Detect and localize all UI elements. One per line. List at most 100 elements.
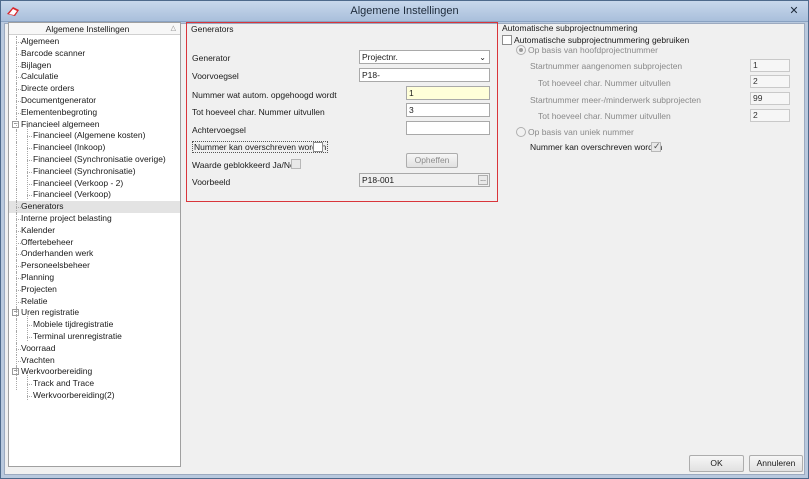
tree-item-label: Track and Trace [33, 378, 95, 389]
tree-connector [16, 283, 17, 296]
chevron-down-icon[interactable]: ⌄ [479, 52, 486, 64]
tree-item[interactable]: Calculatie [9, 71, 180, 84]
blocked-checkbox[interactable] [291, 159, 301, 169]
tree-item[interactable]: Algemeen [9, 36, 180, 48]
tree-item[interactable]: Personeelsbeheer [9, 260, 180, 272]
tree-connector [27, 327, 28, 341]
main-number-radio[interactable] [516, 45, 526, 55]
tree-header[interactable]: Algemene Instellingen △ [9, 23, 180, 35]
tree-connector [16, 295, 17, 308]
start-accepted-input[interactable]: 1 [750, 59, 790, 72]
ellipsis-button[interactable]: ... [478, 175, 488, 185]
pad-label: Tot hoeveel char. Nummer uitvullen [192, 107, 325, 117]
tree-item[interactable]: Generators [9, 201, 180, 213]
ok-button[interactable]: OK [689, 455, 744, 472]
tree-item-label: Algemeen [21, 36, 60, 46]
tree-item[interactable]: − Uren registratie [9, 307, 180, 320]
tree-item-label: Calculatie [21, 71, 59, 82]
tree-connector [16, 153, 17, 166]
auto-increment-input[interactable]: 1 [406, 86, 490, 100]
tree-item[interactable]: Financieel (Synchronisatie overige) [9, 150, 180, 166]
overwrite-checkbox[interactable] [313, 142, 323, 152]
tree-connector [16, 212, 17, 225]
unique-number-radio-label: Op basis van uniek nummer [528, 127, 634, 137]
tree-item[interactable]: Relatie [9, 295, 180, 308]
tree-connector [16, 354, 17, 367]
pad2-input[interactable]: 2 [750, 109, 790, 122]
generators-group: Generators Generator Projectnr. ⌄ Voorvo… [186, 22, 498, 202]
tree-connector [16, 378, 17, 390]
tree-item[interactable]: Werkvoorbereiding(2) [9, 386, 180, 402]
tree-item-label: Kalender [21, 224, 56, 235]
tree-item[interactable]: − Werkvoorbereiding [9, 366, 180, 379]
tree-item-label: Offertebeheer [21, 236, 74, 247]
sub-overwrite-label: Nummer kan overschreven worden [530, 142, 663, 152]
tree-item[interactable]: Financieel (Verkoop) [9, 186, 180, 202]
settings-tree[interactable]: Algemene Instellingen △ Algemeen Barcode … [8, 22, 181, 467]
subproject-enable-label: Automatische subprojectnummering gebruik… [514, 35, 690, 45]
pad-input[interactable]: 3 [406, 103, 490, 117]
tree-item[interactable]: Barcode scanner [9, 47, 180, 60]
tree-item-label: Financieel algemeen [21, 118, 100, 129]
tree-connector [16, 366, 17, 379]
tree-item[interactable]: Documentgenerator [9, 94, 180, 107]
tree-connector [16, 177, 17, 190]
tree-connector [16, 130, 17, 143]
start-extra-input[interactable]: 99 [750, 92, 790, 105]
tree-item-label: Terminal urenregistratie [33, 330, 122, 341]
tree-item[interactable]: Mobiele tijdregistratie [9, 316, 180, 331]
auto-increment-label: Nummer wat autom. opgehoogd wordt [192, 90, 337, 100]
tree-item-label: Elementenbegroting [21, 106, 98, 117]
tree-connector [16, 83, 17, 95]
sub-overwrite-checkbox[interactable] [651, 141, 661, 152]
generator-select[interactable]: Projectnr. ⌄ [359, 50, 490, 64]
cancel-button[interactable]: Annuleren [749, 455, 803, 472]
prefix-input[interactable]: P18- [359, 68, 490, 82]
tree-item-label: Uren registratie [21, 307, 80, 318]
tree-item-label: Projecten [21, 283, 57, 294]
suffix-input[interactable] [406, 121, 490, 135]
tree-header-label: Algemene Instellingen [45, 24, 130, 34]
tree-connector [27, 386, 28, 400]
tree-connector [27, 186, 28, 200]
unique-number-radio[interactable] [516, 127, 526, 137]
tree-item[interactable]: Financieel (Synchronisatie) [9, 162, 180, 178]
example-label: Voorbeeld [192, 177, 231, 187]
tree-item-label: Financieel (Algemene kosten) [33, 130, 146, 141]
tree-item[interactable]: Voorraad [9, 342, 180, 355]
title-bar: Algemene Instellingen ✕ [1, 1, 808, 22]
tree-connector [16, 271, 17, 284]
tree-item[interactable]: Projecten [9, 283, 180, 296]
tree-connector [16, 36, 17, 48]
tree-item[interactable]: Financieel (Inkoop) [9, 139, 180, 154]
tree-item[interactable]: Offertebeheer [9, 236, 180, 249]
tree-item[interactable]: Bijlagen [9, 59, 180, 72]
tree-item[interactable]: Onderhanden werk [9, 248, 180, 261]
tree-item[interactable]: Elementenbegroting [9, 106, 180, 119]
tree-item-label: Financieel (Inkoop) [33, 142, 106, 153]
tree-item[interactable]: − Financieel algemeen [9, 118, 180, 131]
tree-item-label: Werkvoorbereiding [21, 366, 93, 377]
tree-item-label: Bijlagen [21, 59, 52, 70]
tree-item[interactable]: Vrachten [9, 354, 180, 367]
close-icon[interactable]: ✕ [786, 4, 802, 18]
pad1-label: Tot hoeveel char. Nummer uitvullen [538, 78, 671, 88]
tree-item[interactable]: Financieel (Algemene kosten) [9, 127, 180, 143]
subproject-enable-checkbox[interactable] [502, 35, 512, 45]
tree-item[interactable]: Terminal urenregistratie [9, 327, 180, 343]
tree-item[interactable]: Kalender [9, 224, 180, 237]
tree-connector [16, 319, 17, 331]
start-extra-label: Startnummer meer-/minderwerk subprojecte… [530, 95, 702, 105]
tree-item[interactable]: Financieel (Verkoop - 2) [9, 174, 180, 190]
tree-connector [16, 307, 17, 320]
tree-item[interactable]: Planning [9, 271, 180, 284]
tree-body: Algemeen Barcode scanner Bijlagen Calculati… [9, 36, 180, 402]
tree-item[interactable]: Interne project belasting [9, 212, 180, 225]
tree-item-label: Financieel (Synchronisatie) [33, 165, 136, 176]
unblock-button[interactable]: Opheffen [406, 153, 458, 168]
tree-item-label: Voorraad [21, 342, 56, 353]
tree-item[interactable]: Directe orders [9, 83, 180, 95]
pad1-input[interactable]: 2 [750, 75, 790, 88]
tree-item-label: Vrachten [21, 354, 55, 365]
tree-item[interactable]: Track and Trace [9, 375, 180, 390]
